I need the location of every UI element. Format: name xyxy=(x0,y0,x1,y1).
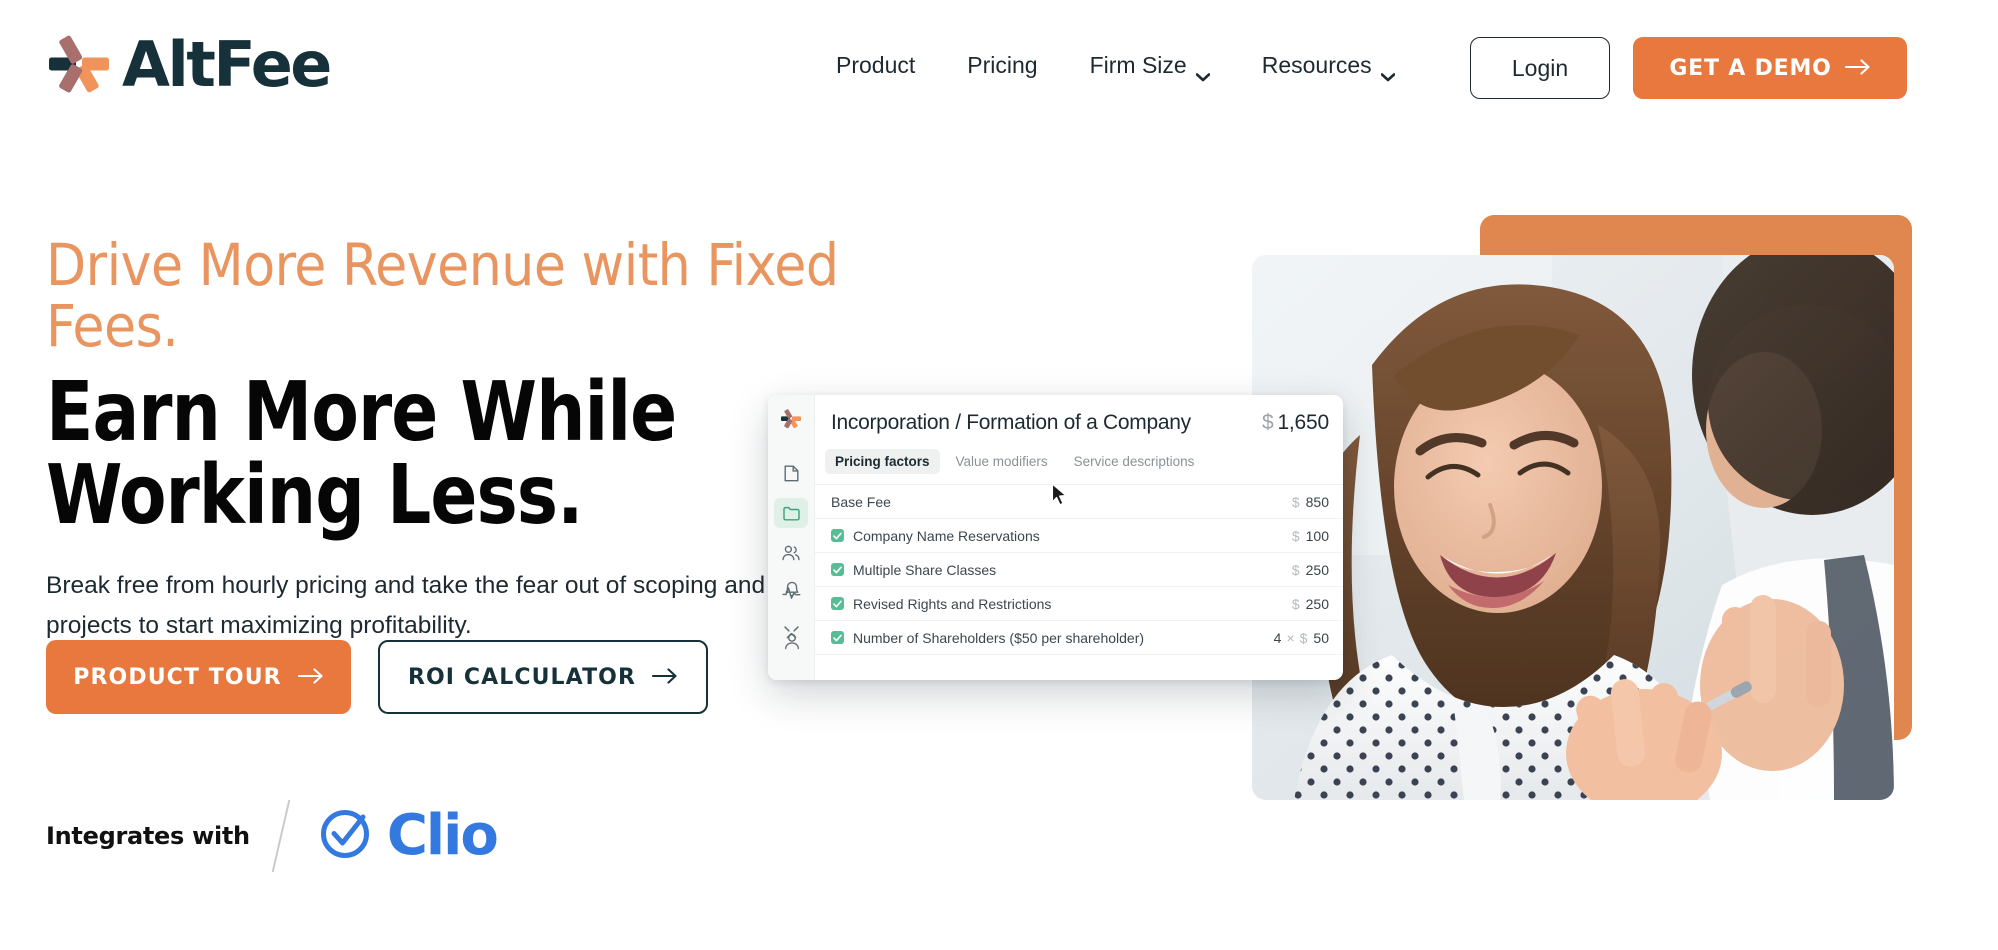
nav-item-firm-size[interactable]: Firm Size xyxy=(1064,52,1236,82)
row-amount: $250 xyxy=(1292,562,1329,578)
page-title: Earn More While Working Less. xyxy=(46,371,892,538)
login-button[interactable]: Login xyxy=(1470,37,1610,99)
divider xyxy=(271,800,291,872)
checkbox-checked-icon[interactable] xyxy=(831,563,844,576)
app-sidebar xyxy=(768,395,815,680)
currency-symbol: $ xyxy=(1261,411,1274,434)
hero-cta-row: PRODUCT TOUR ROI CALCULATOR xyxy=(46,640,708,714)
nav-item-product[interactable]: Product xyxy=(810,52,941,79)
amount-value: 250 xyxy=(1305,561,1329,578)
headline-line-2: Working Less. xyxy=(46,448,584,544)
multiply-icon: × xyxy=(1286,629,1295,646)
nav-item-pricing[interactable]: Pricing xyxy=(941,52,1063,79)
currency-symbol: $ xyxy=(1299,629,1308,646)
product-tour-label: PRODUCT TOUR xyxy=(73,664,282,690)
pricing-rows: Base Fee $850 Company Name Reservations … xyxy=(815,484,1343,655)
amount-value: 250 xyxy=(1305,595,1329,612)
altfee-asterisk-logo-icon xyxy=(46,33,112,97)
hero-visual: Incorporation / Formation of a Company $… xyxy=(768,160,1998,950)
tab-pricing-factors[interactable]: Pricing factors xyxy=(825,449,940,474)
folder-icon[interactable] xyxy=(774,498,808,528)
demo-label: GET A DEMO xyxy=(1669,55,1832,81)
row-amount: $100 xyxy=(1292,528,1329,544)
app-sidebar-bottom xyxy=(768,574,815,666)
quantity-value: 4 xyxy=(1273,629,1282,646)
chevron-down-icon xyxy=(1195,61,1211,82)
amount-value: 850 xyxy=(1305,493,1329,510)
row-amount: $250 xyxy=(1292,596,1329,612)
integration-clio[interactable]: Clio xyxy=(318,803,499,868)
app-content: Incorporation / Formation of a Company $… xyxy=(815,395,1343,680)
document-icon[interactable] xyxy=(774,458,808,488)
checkbox-checked-icon[interactable] xyxy=(831,631,844,644)
currency-symbol: $ xyxy=(1291,493,1300,510)
user-icon[interactable] xyxy=(775,626,809,656)
row-label: Multiple Share Classes xyxy=(853,561,997,578)
integrations-strip: Integrates with Clio xyxy=(46,800,499,872)
service-total: $1,650 xyxy=(1262,411,1329,435)
product-tour-button[interactable]: PRODUCT TOUR xyxy=(46,640,351,714)
login-label: Login xyxy=(1511,54,1569,81)
hero-photo xyxy=(1252,255,1894,800)
hero-eyebrow: Drive More Revenue with Fixed Fees. xyxy=(46,231,839,360)
row-label-wrap: Number of Shareholders ($50 per sharehol… xyxy=(831,630,1274,646)
mouse-pointer-icon xyxy=(1051,483,1068,507)
row-label-wrap: Multiple Share Classes xyxy=(831,562,1292,578)
row-amount: 4 × $50 xyxy=(1274,630,1329,646)
row-label-wrap: Revised Rights and Restrictions xyxy=(831,596,1292,612)
chevron-down-icon xyxy=(1380,61,1395,82)
arrow-right-icon xyxy=(297,665,324,690)
table-row[interactable]: Company Name Reservations $100 xyxy=(815,519,1343,553)
bell-icon[interactable] xyxy=(775,574,809,604)
clio-wordmark: Clio xyxy=(386,803,499,868)
checkbox-checked-icon[interactable] xyxy=(831,529,844,542)
nav-label: Product xyxy=(836,52,916,78)
table-row[interactable]: Base Fee $850 xyxy=(815,485,1343,519)
tab-value-modifiers[interactable]: Value modifiers xyxy=(946,449,1058,474)
altfee-logo-icon[interactable] xyxy=(774,404,808,434)
roi-calculator-button[interactable]: ROI CALCULATOR xyxy=(378,640,708,714)
nav-label: Resources xyxy=(1261,52,1372,78)
get-a-demo-button[interactable]: GET A DEMO xyxy=(1633,37,1907,99)
roi-calculator-label: ROI CALCULATOR xyxy=(407,664,637,690)
logo[interactable]: AltFee xyxy=(46,28,332,101)
checkbox-checked-icon[interactable] xyxy=(831,597,844,610)
app-header-row: Incorporation / Formation of a Company $… xyxy=(815,395,1343,435)
table-row[interactable]: Number of Shareholders ($50 per sharehol… xyxy=(815,621,1343,655)
amount-value: 100 xyxy=(1305,527,1329,544)
tab-service-descriptions[interactable]: Service descriptions xyxy=(1064,449,1205,474)
integrates-with-label: Integrates with xyxy=(46,822,250,850)
row-label-wrap: Company Name Reservations xyxy=(831,528,1292,544)
primary-nav: Product Pricing Firm Size Resources xyxy=(810,52,1421,82)
nav-label: Firm Size xyxy=(1089,52,1187,78)
currency-symbol: $ xyxy=(1291,561,1300,578)
clio-check-circle-icon xyxy=(318,807,372,866)
amount-value: 50 xyxy=(1313,629,1329,646)
site-header: AltFee Product Pricing Firm Size Resourc… xyxy=(0,0,1998,148)
row-amount: $850 xyxy=(1292,494,1329,510)
row-label: Revised Rights and Restrictions xyxy=(853,595,1052,612)
table-row[interactable]: Multiple Share Classes $250 xyxy=(815,553,1343,587)
pricing-app-card: Incorporation / Formation of a Company $… xyxy=(768,395,1343,680)
currency-symbol: $ xyxy=(1291,527,1300,544)
nav-item-resources[interactable]: Resources xyxy=(1236,52,1421,82)
app-tabs: Pricing factors Value modifiers Service … xyxy=(815,435,1343,484)
total-amount: 1,650 xyxy=(1277,411,1329,434)
arrow-right-icon xyxy=(651,665,678,690)
service-title: Incorporation / Formation of a Company xyxy=(831,411,1191,434)
logo-wordmark: AltFee xyxy=(122,28,332,101)
nav-label: Pricing xyxy=(967,52,1038,78)
people-icon[interactable] xyxy=(774,538,808,568)
currency-symbol: $ xyxy=(1291,595,1300,612)
row-label: Number of Shareholders ($50 per sharehol… xyxy=(853,629,1145,646)
row-label: Company Name Reservations xyxy=(853,527,1040,544)
headline-line-1: Earn More While xyxy=(46,364,677,460)
arrow-right-icon xyxy=(1844,56,1871,81)
table-row[interactable]: Revised Rights and Restrictions $250 xyxy=(815,587,1343,621)
